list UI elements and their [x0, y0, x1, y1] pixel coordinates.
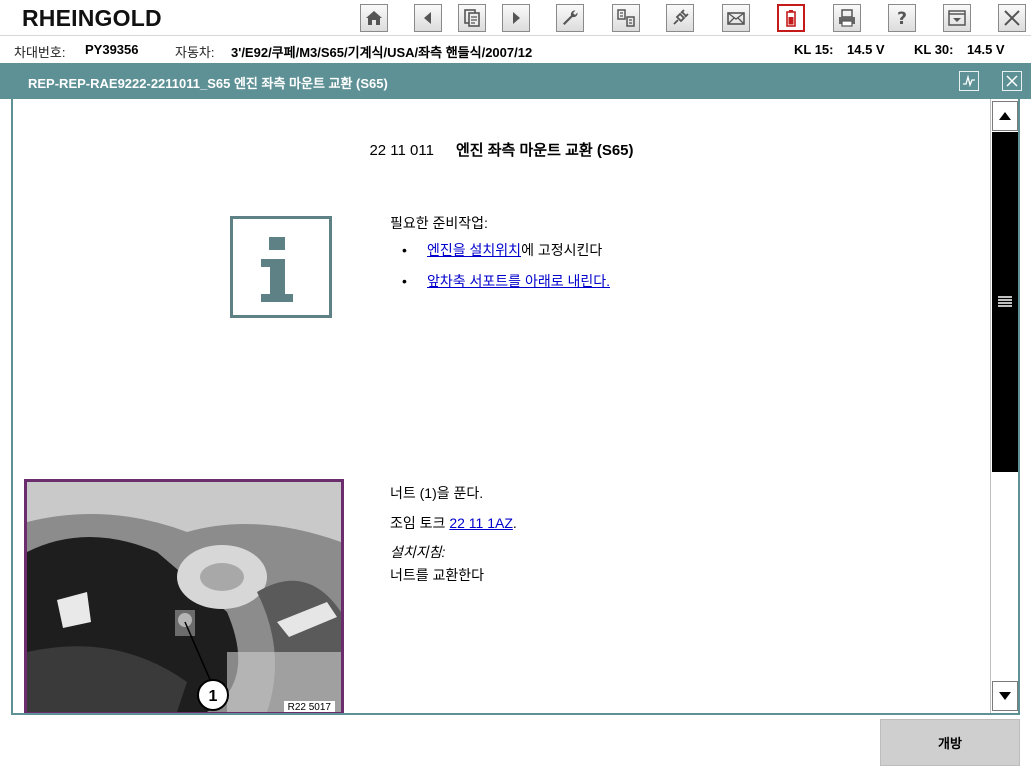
scroll-down-button[interactable]	[992, 681, 1018, 711]
photo-callout: 1	[209, 688, 218, 705]
app-brand: RHEINGOLD	[22, 5, 162, 31]
close-document-button[interactable]	[1002, 71, 1022, 91]
engine-mount-illustration: 1	[27, 482, 341, 712]
photo-reference: R22 5017	[283, 701, 335, 712]
torque-suffix: .	[512, 515, 517, 531]
torque-line: 조임 토크 22 11 1AZ.	[390, 513, 517, 533]
waveform-icon	[963, 74, 975, 88]
install-note-text: 너트를 교환한다	[390, 567, 485, 583]
triangle-right-icon	[513, 12, 520, 24]
vin-label: 차대번호:	[14, 45, 66, 60]
home-icon	[366, 11, 382, 25]
battery-icon	[786, 10, 796, 27]
vin-value: PY39356	[85, 42, 139, 57]
prep-label: 필요한 준비작업:	[390, 215, 488, 231]
back-button[interactable]	[414, 4, 442, 32]
vehicle-label: 자동차:	[175, 45, 215, 60]
plug-icon	[673, 9, 689, 25]
document-frame: 22 11 011 엔진 좌측 마운트 교환 (S65) 필요한 준비작업: 엔진…	[11, 99, 1020, 715]
home-button[interactable]	[360, 4, 388, 32]
scroll-track[interactable]	[992, 132, 1018, 680]
kl30-value: 14.5 V	[967, 42, 1005, 57]
document-title: REP-REP-RAE9222-2211011_S65 엔진 좌측 마운트 교환…	[28, 76, 388, 91]
documents-icon	[464, 9, 480, 27]
torque-prefix: 조임 토크	[390, 515, 450, 531]
dropdown-menu-icon	[948, 10, 966, 26]
battery-button[interactable]	[777, 4, 805, 32]
printer-icon	[839, 9, 855, 27]
prep-list: 엔진을 설치위치에 고정시킨다 앞차축 서포트를 아래로 내린다.	[390, 240, 610, 302]
connection-button[interactable]	[666, 4, 694, 32]
grip-icon	[998, 296, 1012, 307]
list-item: 앞차축 서포트를 아래로 내린다.	[390, 271, 610, 302]
question-icon: ?	[897, 9, 907, 28]
scroll-up-button[interactable]	[992, 101, 1018, 131]
triangle-down-icon	[999, 692, 1011, 700]
kl15-value: 14.5 V	[847, 42, 885, 57]
info-icon	[230, 216, 332, 318]
document-heading: 22 11 011 엔진 좌측 마운트 교환 (S65)	[13, 139, 990, 160]
documents-button[interactable]	[458, 4, 486, 32]
lower-front-axle-link[interactable]: 앞차축 서포트를 아래로 내린다.	[427, 273, 610, 289]
step-loosen-nut: 너트 (1)을 푼다.	[390, 485, 484, 501]
open-button[interactable]: 개방	[880, 719, 1020, 766]
svg-text:?: ?	[897, 9, 907, 28]
list-item: 엔진을 설치위치에 고정시킨다	[390, 240, 610, 271]
document-title-bar: REP-REP-RAE9222-2211011_S65 엔진 좌측 마운트 교환…	[0, 63, 1031, 99]
measure-button[interactable]	[959, 71, 979, 91]
kl30-label: KL 30:	[914, 42, 954, 57]
vehicle-info-bar: 차대번호: PY39356 자동차: 3'/E92/쿠페/M3/S65/기계식/…	[0, 36, 1031, 63]
translate-icon	[617, 9, 635, 27]
menu-button[interactable]	[943, 4, 971, 32]
install-note-label: 설치지침:	[390, 544, 446, 560]
wrench-icon	[563, 10, 578, 25]
main-toolbar: RHEINGOLD ?	[0, 0, 1031, 36]
vertical-scrollbar[interactable]	[990, 99, 1018, 713]
help-button[interactable]: ?	[888, 4, 916, 32]
document-content: 22 11 011 엔진 좌측 마운트 교환 (S65) 필요한 준비작업: 엔진…	[13, 99, 990, 713]
kl15-label: KL 15:	[794, 42, 834, 57]
close-icon	[1006, 75, 1018, 87]
prep-item-suffix: 에 고정시킨다	[521, 242, 603, 258]
vehicle-value: 3'/E92/쿠페/M3/S65/기계식/USA/좌측 핸들식/2007/12	[231, 45, 533, 60]
fix-engine-link[interactable]: 엔진을 설치위치	[427, 242, 521, 258]
print-button[interactable]	[833, 4, 861, 32]
service-button[interactable]	[556, 4, 584, 32]
heading-name: 엔진 좌측 마운트 교환 (S65)	[455, 142, 634, 159]
triangle-up-icon	[999, 112, 1011, 120]
scroll-thumb[interactable]	[992, 132, 1018, 472]
torque-spec-link[interactable]: 22 11 1AZ	[449, 515, 513, 531]
close-app-button[interactable]	[998, 4, 1026, 32]
envelope-icon	[727, 12, 745, 25]
triangle-left-icon	[424, 12, 431, 24]
mail-button[interactable]	[722, 4, 750, 32]
translate-button[interactable]	[612, 4, 640, 32]
forward-button[interactable]	[502, 4, 530, 32]
close-icon	[1004, 10, 1020, 26]
engine-mount-photo[interactable]: 1 R22 5017	[24, 479, 344, 713]
heading-number: 22 11 011	[369, 142, 434, 159]
